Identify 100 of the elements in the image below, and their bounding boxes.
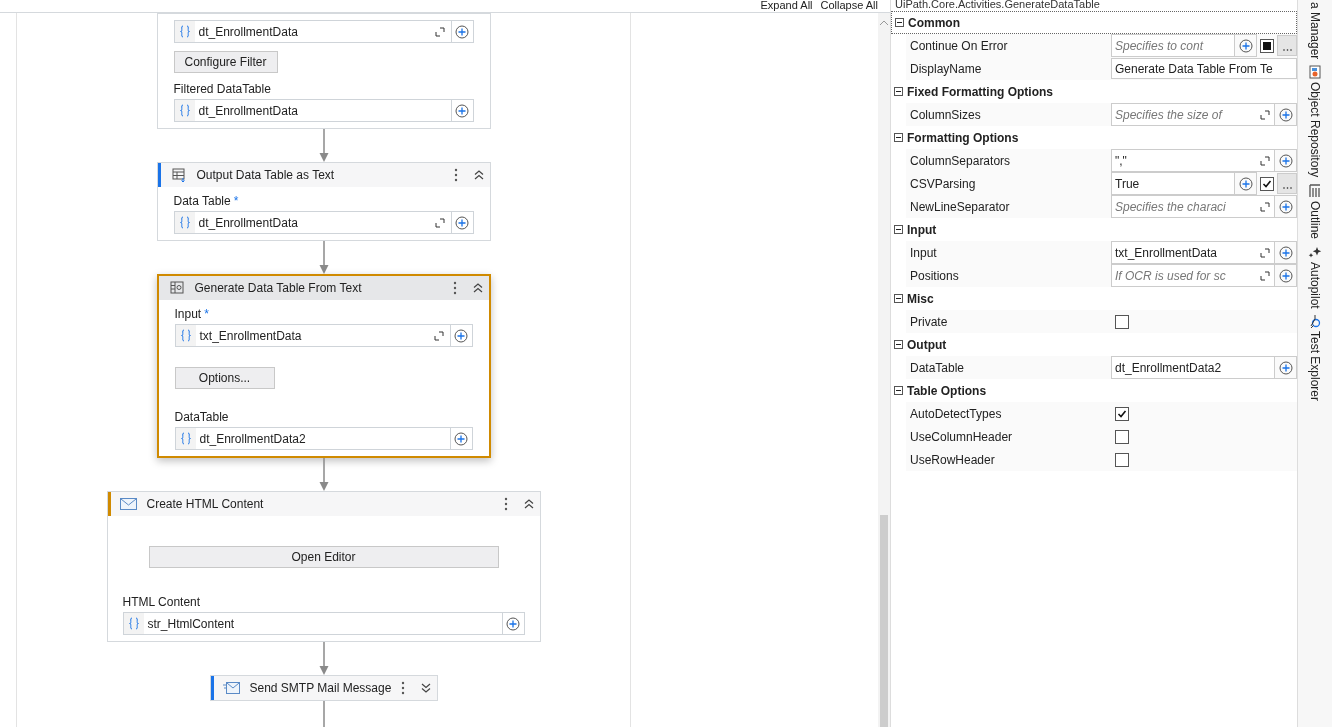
collapse-chevron-icon[interactable] — [523, 499, 534, 509]
field-value: txt_EnrollmentData — [198, 327, 303, 345]
expand-icon[interactable] — [433, 330, 444, 341]
category-header[interactable]: Input — [891, 218, 1297, 241]
scrollbar[interactable] — [878, 13, 890, 727]
property-field[interactable]: Specifies the characi — [1111, 195, 1275, 218]
add-icon[interactable] — [454, 328, 468, 343]
category-name: Misc — [907, 290, 934, 308]
add-icon[interactable] — [455, 215, 469, 230]
property-field[interactable]: True — [1111, 172, 1235, 195]
activity-button[interactable]: Configure Filter — [173, 51, 278, 73]
expand-icon[interactable] — [1260, 109, 1270, 120]
collapse-icon[interactable] — [894, 340, 903, 349]
property-label: DisplayName — [909, 60, 983, 78]
collapse-icon[interactable] — [894, 386, 903, 395]
category-header[interactable]: Misc — [891, 287, 1297, 310]
activity-card[interactable]: Output Data Table as Text Data Table * dt_EnrollmentData — [156, 162, 491, 241]
add-icon[interactable] — [1278, 268, 1293, 283]
expand-icon[interactable] — [1260, 247, 1270, 258]
add-icon[interactable] — [1278, 107, 1293, 122]
scrollbar-thumb[interactable] — [880, 515, 888, 727]
expand-icon[interactable] — [434, 217, 445, 228]
collapse-chevron-icon[interactable] — [473, 170, 484, 180]
property-field[interactable]: "," — [1111, 149, 1275, 172]
property-value: txt_EnrollmentData — [1114, 244, 1219, 262]
add-icon[interactable] — [455, 24, 469, 39]
side-tab[interactable]: Object Repository — [1306, 82, 1324, 178]
collapse-icon[interactable] — [894, 225, 903, 234]
connector-arrow — [318, 458, 329, 491]
category-header[interactable]: Formatting Options — [891, 126, 1297, 149]
expression-field[interactable]: dt_EnrollmentData2 — [174, 427, 473, 450]
expand-chevron-icon[interactable] — [420, 683, 431, 693]
more-icon[interactable] — [452, 281, 457, 295]
add-icon[interactable] — [455, 103, 469, 118]
activity-card[interactable]: Create HTML Content Open Editor HTML Content str_HtmlContent — [106, 491, 541, 642]
side-tab[interactable]: a Manager — [1306, 2, 1324, 60]
braces-icon — [179, 104, 190, 117]
field-label: Filtered DataTable — [173, 81, 271, 98]
braces-icon — [180, 432, 191, 445]
scroll-up-icon[interactable] — [879, 19, 889, 26]
add-icon[interactable] — [1238, 38, 1253, 53]
panel-title: UiPath.Core.Activities.GenerateDataTable — [894, 0, 1101, 11]
category-header[interactable]: Table Options — [891, 379, 1297, 402]
toggle-checkbox[interactable] — [1260, 38, 1274, 53]
expression-field[interactable]: dt_EnrollmentData — [173, 211, 474, 234]
property-field[interactable]: dt_EnrollmentData2 — [1111, 356, 1275, 379]
category-header[interactable]: Fixed Formatting Options — [891, 80, 1297, 103]
more-icon[interactable] — [503, 497, 508, 511]
expression-field[interactable]: txt_EnrollmentData — [174, 324, 473, 347]
add-icon[interactable] — [1278, 360, 1293, 375]
expression-field[interactable]: dt_EnrollmentData — [173, 20, 474, 43]
activity-button[interactable]: Options... — [174, 367, 275, 389]
add-icon[interactable] — [1278, 199, 1293, 214]
field-value: str_HtmlContent — [146, 615, 236, 633]
activity-header[interactable]: Output Data Table as Text — [160, 163, 490, 187]
property-field[interactable]: txt_EnrollmentData — [1111, 241, 1275, 264]
property-field[interactable]: Specifies the size of — [1111, 103, 1275, 126]
checkbox[interactable] — [1115, 429, 1129, 444]
checkbox[interactable] — [1115, 452, 1129, 467]
property-field[interactable]: Specifies to cont — [1111, 34, 1235, 57]
expand-icon[interactable] — [1260, 155, 1270, 166]
category-header[interactable]: Output — [891, 333, 1297, 356]
more-icon[interactable] — [400, 681, 405, 695]
collapse-icon[interactable] — [894, 294, 903, 303]
add-icon[interactable] — [454, 431, 468, 446]
cube-icon — [1309, 65, 1321, 80]
property-field[interactable]: If OCR is used for sc — [1111, 264, 1275, 287]
activity-header[interactable]: Generate Data Table From Text — [158, 276, 489, 300]
activity-card[interactable]: dt_EnrollmentData Configure Filter Filtered DataTable dt_EnrollmentData — [156, 13, 491, 129]
toggle-checkbox[interactable] — [1260, 176, 1274, 191]
collapse-icon[interactable] — [894, 87, 903, 96]
expand-icon[interactable] — [434, 26, 445, 37]
collapse-icon[interactable] — [894, 133, 903, 142]
expression-field[interactable]: str_HtmlContent — [122, 612, 525, 635]
side-tab[interactable]: Test Explorer — [1306, 331, 1324, 402]
add-icon[interactable] — [1278, 153, 1293, 168]
connector-line — [322, 701, 325, 727]
collapse-chevron-icon[interactable] — [472, 283, 483, 293]
side-tab[interactable]: Outline — [1306, 200, 1324, 239]
add-icon[interactable] — [506, 616, 520, 631]
more-icon[interactable] — [453, 168, 458, 182]
property-field[interactable]: Generate Data Table From Te — [1111, 58, 1297, 79]
expand-icon[interactable] — [1260, 201, 1270, 212]
activity-card[interactable]: Generate Data Table From Text Input * txt_EnrollmentData Options... DataTable dt_EnrollmentData2 — [156, 274, 491, 458]
expression-field[interactable]: dt_EnrollmentData — [173, 99, 474, 122]
category-name: Fixed Formatting Options — [907, 83, 1053, 101]
activity-button[interactable]: Open Editor — [148, 546, 499, 568]
add-icon[interactable] — [1278, 245, 1293, 260]
field-value: dt_EnrollmentData — [197, 102, 299, 120]
expand-icon[interactable] — [1260, 270, 1270, 281]
braces-icon — [179, 25, 190, 38]
property-placeholder: Specifies the characi — [1114, 198, 1227, 216]
collapse-icon[interactable] — [895, 18, 904, 27]
activity-header[interactable]: Create HTML Content — [110, 492, 540, 516]
checkbox[interactable] — [1115, 406, 1129, 421]
side-tab[interactable]: Autopilot — [1306, 261, 1324, 309]
toolbar-link[interactable]: Expand All — [760, 0, 813, 10]
toolbar-link[interactable]: Collapse All — [820, 0, 878, 10]
checkbox[interactable] — [1115, 314, 1129, 329]
add-icon[interactable] — [1238, 176, 1253, 191]
